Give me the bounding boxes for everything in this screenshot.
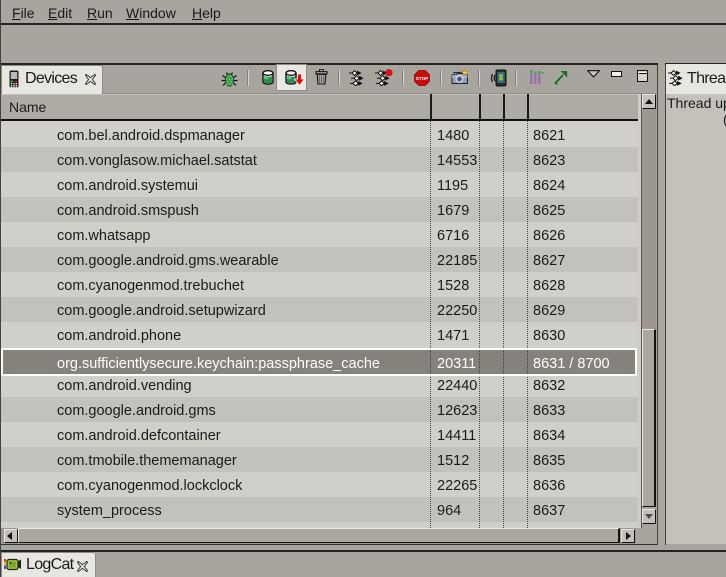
- svg-text:STOP: STOP: [416, 76, 428, 81]
